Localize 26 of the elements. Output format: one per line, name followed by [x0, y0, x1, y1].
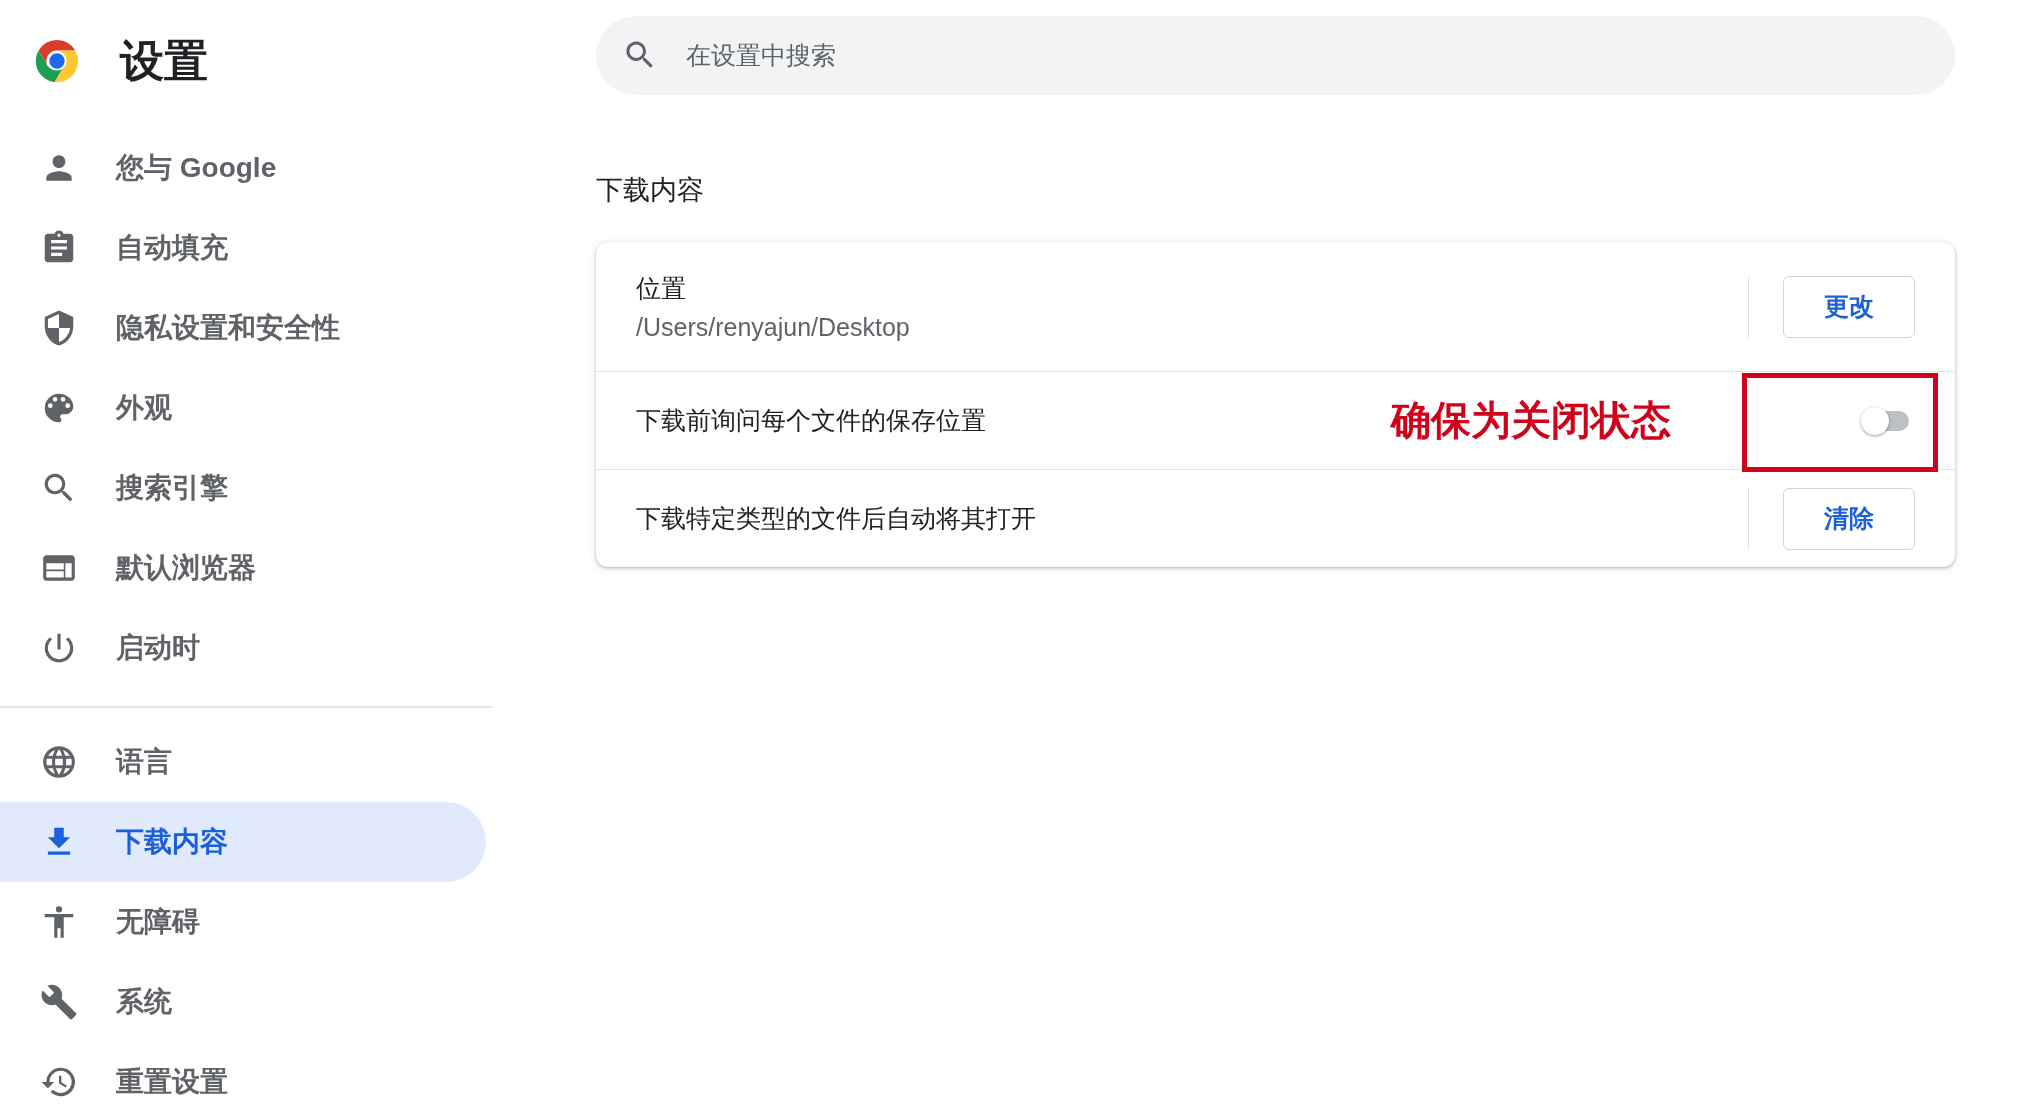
browser-logo-icon [34, 38, 80, 84]
setting-label: 下载特定类型的文件后自动将其打开 [636, 503, 1037, 534]
setting-label: 下载前询问每个文件的保存位置 [636, 405, 987, 436]
sidebar-item[interactable]: 启动时 [0, 608, 486, 688]
sidebar-item[interactable]: 系统 [0, 962, 486, 1042]
sidebar-item[interactable]: 重置设置 [0, 1042, 486, 1114]
sidebar-item[interactable]: 无障碍 [0, 882, 486, 962]
section-heading: 下载内容 [596, 174, 705, 207]
setting-button[interactable]: 清除 [1783, 487, 1915, 550]
setting-value: /Users/renyajun/Desktop [636, 312, 911, 342]
sidebar-item[interactable]: 隐私设置和安全性 [0, 288, 486, 368]
setting-button[interactable]: 更改 [1783, 275, 1915, 338]
globe-icon [40, 743, 78, 781]
annotation-text: 确保为关闭状态 [1391, 397, 1671, 444]
sidebar-item[interactable]: 您与 Google [0, 128, 486, 208]
wrench-icon [40, 983, 78, 1021]
sidebar-item[interactable]: 默认浏览器 [0, 528, 486, 608]
page-title: 设置 [120, 34, 208, 87]
sidebar-item[interactable]: 搜索引擎 [0, 448, 486, 528]
sidebar-item[interactable]: 自动填充 [0, 208, 486, 288]
setting-label: 位置 [636, 272, 687, 304]
sidebar-item[interactable]: 语言 [0, 722, 486, 802]
search-field[interactable]: 在设置中搜索 [596, 16, 1955, 95]
sidebar-item[interactable]: 外观 [0, 368, 486, 448]
sidebar-item[interactable]: 下载内容 [0, 802, 486, 882]
toggle-switch[interactable] [1861, 406, 1909, 435]
